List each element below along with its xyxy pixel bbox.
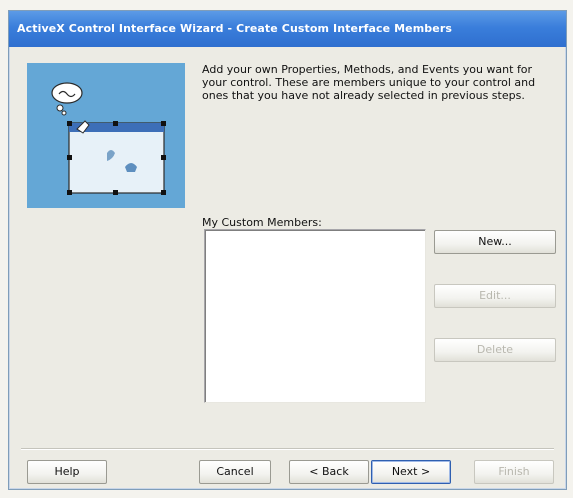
- back-button[interactable]: < Back: [289, 460, 369, 484]
- wizard-art-graphic: [51, 82, 166, 195]
- footer-separator: [21, 448, 554, 450]
- title-bar: ActiveX Control Interface Wizard - Creat…: [9, 11, 566, 47]
- edit-button[interactable]: Edit...: [434, 284, 556, 308]
- next-button[interactable]: Next >: [371, 460, 451, 484]
- new-button[interactable]: New...: [434, 230, 556, 254]
- cancel-button[interactable]: Cancel: [199, 460, 271, 484]
- custom-members-label: My Custom Members:: [202, 216, 322, 229]
- finish-button[interactable]: Finish: [474, 460, 554, 484]
- wizard-illustration-icon: [27, 63, 185, 208]
- delete-button[interactable]: Delete: [434, 338, 556, 362]
- custom-members-list[interactable]: [204, 229, 426, 403]
- description-text: Add your own Properties, Methods, and Ev…: [202, 63, 536, 102]
- wizard-window: ActiveX Control Interface Wizard - Creat…: [8, 10, 567, 490]
- help-button[interactable]: Help: [27, 460, 107, 484]
